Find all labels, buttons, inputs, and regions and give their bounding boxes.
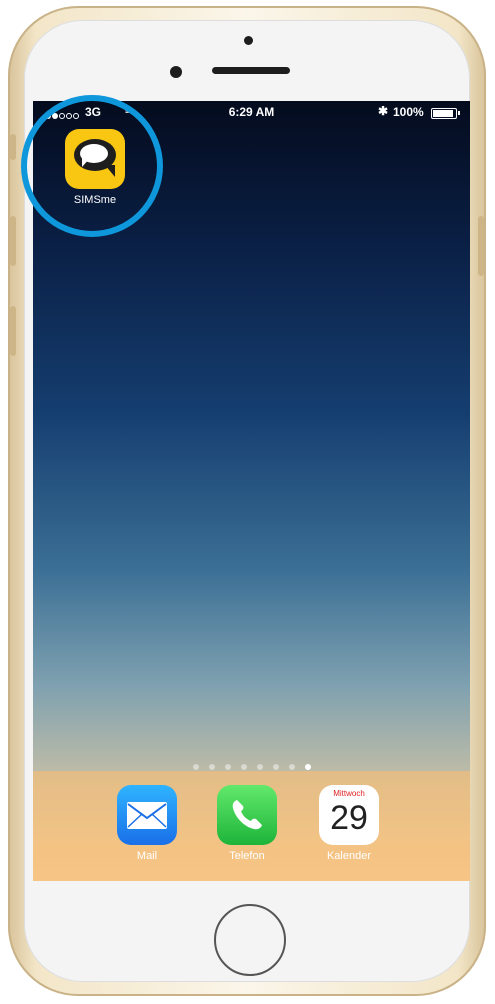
dock: Mail Telefon Mittwoch 29 Kalender <box>33 771 470 881</box>
highlight-circle <box>21 95 163 237</box>
page-dot <box>208 764 215 770</box>
page-dot <box>304 764 311 770</box>
app-label-telefon: Telefon <box>229 850 265 862</box>
page-dot <box>240 764 247 770</box>
proximity-sensor <box>244 36 253 45</box>
page-dot <box>192 764 199 770</box>
bluetooth-icon: ✱ <box>378 104 389 118</box>
battery-percent: 100% <box>393 105 424 119</box>
volume-down-button <box>10 306 16 356</box>
calendar-date: 29 <box>330 799 368 837</box>
front-camera <box>170 66 182 78</box>
page-dot <box>288 764 295 770</box>
app-label-mail: Mail <box>136 850 158 862</box>
power-button <box>478 216 484 276</box>
app-label-kalender: Kalender <box>326 850 372 862</box>
battery-icon <box>431 108 457 119</box>
home-button[interactable] <box>214 904 286 976</box>
dock-app-kalender[interactable]: Mittwoch 29 Kalender <box>319 785 379 862</box>
calendar-icon[interactable]: Mittwoch 29 <box>319 785 379 845</box>
handset-icon <box>232 800 262 830</box>
battery-tip <box>458 111 460 115</box>
calendar-weekday: Mittwoch <box>333 789 365 798</box>
mail-icon[interactable] <box>117 785 177 845</box>
phone-icon[interactable] <box>217 785 277 845</box>
battery-fill <box>433 110 453 117</box>
earpiece-speaker <box>212 67 290 74</box>
page-dot <box>272 764 279 770</box>
dock-app-telefon[interactable]: Telefon <box>217 785 277 862</box>
volume-up-button <box>10 216 16 266</box>
envelope-icon <box>127 802 167 829</box>
page-dot <box>224 764 231 770</box>
page-dot <box>256 764 263 770</box>
dock-app-mail[interactable]: Mail <box>117 785 177 862</box>
mute-switch <box>10 134 16 160</box>
